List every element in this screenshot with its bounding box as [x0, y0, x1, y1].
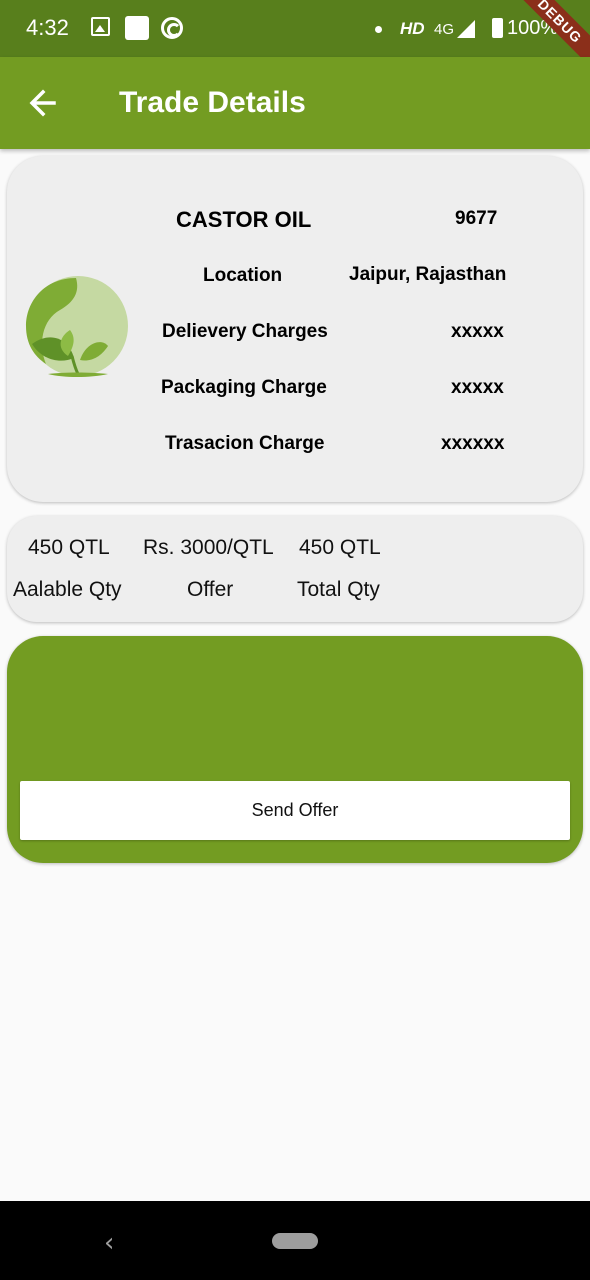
nav-home-pill-icon[interactable]: [272, 1233, 318, 1249]
detail-value-delivery: xxxxx: [451, 321, 504, 342]
arrow-left-icon: [29, 89, 56, 117]
plant-leaf-icon: [26, 276, 128, 377]
signal-icon: [457, 20, 475, 38]
available-qty-label: Aalable Qty: [13, 578, 122, 601]
available-qty-value: 450 QTL: [28, 536, 110, 559]
notification-dot-icon: [375, 26, 382, 33]
offer-label: Offer: [187, 578, 234, 601]
product-id: 9677: [455, 208, 498, 229]
total-qty-label: Total Qty: [297, 578, 380, 601]
detail-label-location: Location: [203, 265, 283, 286]
battery-icon: [492, 18, 503, 38]
nav-back-icon[interactable]: ‹: [104, 1228, 114, 1258]
detail-label-packaging: Packaging Charge: [161, 377, 327, 398]
product-name: CASTOR OIL: [176, 207, 312, 232]
back-button[interactable]: [24, 83, 68, 123]
offer-value: Rs. 3000/QTL: [143, 536, 274, 559]
at-icon: [161, 17, 183, 39]
system-nav-bar: ‹: [0, 1201, 590, 1280]
app-bar: Trade Details: [0, 57, 590, 149]
square-icon: [125, 16, 149, 40]
detail-value-location: Jaipur, Rajasthan: [349, 264, 507, 285]
detail-label-delivery: Delievery Charges: [162, 321, 328, 342]
status-time: 4:32: [26, 15, 69, 40]
trade-details-card: CASTOR OIL 9677 Location Jaipur, Rajasth…: [7, 156, 583, 502]
total-qty-value: 450 QTL: [299, 536, 381, 559]
image-icon: [91, 17, 110, 36]
detail-label-transaction: Trasacion Charge: [165, 433, 325, 454]
hd-indicator: HD: [400, 19, 425, 38]
quantity-card: 450 QTL Rs. 3000/QTL 450 QTL Aalable Qty…: [7, 516, 583, 622]
send-offer-button[interactable]: Send Offer: [20, 781, 570, 840]
page-title: Trade Details: [119, 86, 306, 119]
detail-value-transaction: xxxxxx: [441, 433, 505, 454]
detail-value-packaging: xxxxx: [451, 377, 504, 398]
status-bar: 4:32 HD 4G 100% DEBUG: [0, 0, 590, 72]
offer-card: Send Offer: [7, 636, 583, 863]
network-type: 4G: [434, 21, 455, 38]
